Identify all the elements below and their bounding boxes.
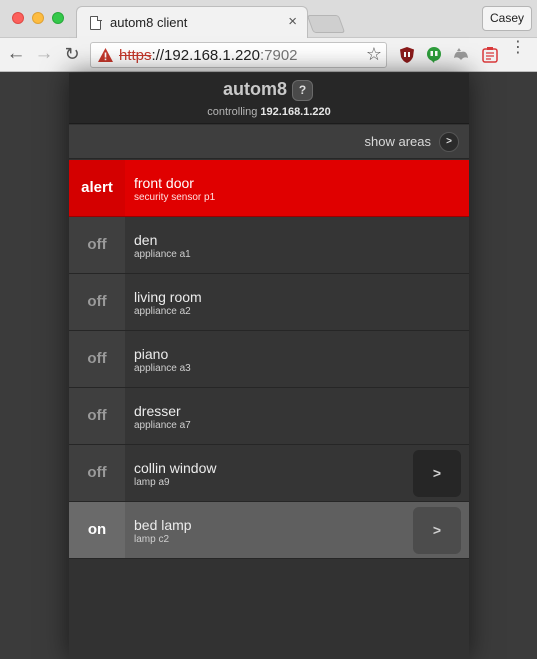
device-row-den[interactable]: off den appliance a1 bbox=[69, 217, 469, 274]
browser-tab[interactable]: autom8 client × bbox=[76, 6, 308, 39]
device-name: living room bbox=[134, 289, 202, 305]
device-detail: appliance a1 bbox=[134, 249, 191, 260]
url-port: :7902 bbox=[259, 47, 298, 64]
red-extension-icon[interactable] bbox=[481, 46, 499, 64]
security-warning-icon[interactable] bbox=[97, 47, 114, 63]
url-separator: :// bbox=[151, 47, 165, 64]
show-areas-button[interactable]: > bbox=[439, 132, 459, 152]
device-details-button[interactable]: > bbox=[413, 450, 461, 497]
maximize-window-button[interactable] bbox=[52, 12, 64, 24]
device-detail: appliance a7 bbox=[134, 420, 191, 431]
url-text[interactable]: https://192.168.1.220:7902 bbox=[119, 47, 298, 64]
forward-arrow-icon[interactable]: → bbox=[33, 43, 55, 65]
device-name: dresser bbox=[134, 403, 181, 419]
device-state-toggle[interactable]: off bbox=[69, 274, 125, 330]
grey-extension-icon[interactable] bbox=[452, 46, 470, 64]
minimize-window-button[interactable] bbox=[32, 12, 44, 24]
device-state-toggle[interactable]: alert bbox=[69, 160, 125, 216]
bookmark-star-icon[interactable]: ☆ bbox=[366, 44, 382, 65]
device-detail: appliance a3 bbox=[134, 363, 191, 374]
tab-title: autom8 client bbox=[110, 15, 188, 30]
device-name: front door bbox=[134, 175, 194, 191]
device-name: bed lamp bbox=[134, 517, 192, 533]
back-arrow-icon[interactable]: ← bbox=[5, 43, 27, 65]
controlling-status: controlling 192.168.1.220 bbox=[69, 106, 469, 118]
device-state-toggle[interactable]: off bbox=[69, 331, 125, 387]
profile-button[interactable]: Casey bbox=[482, 6, 532, 31]
reload-icon[interactable]: ↻ bbox=[61, 43, 83, 65]
device-state-toggle[interactable]: off bbox=[69, 217, 125, 273]
url-host: 192.168.1.220 bbox=[164, 47, 260, 64]
page-icon bbox=[90, 15, 102, 30]
device-state-toggle[interactable]: off bbox=[69, 388, 125, 444]
device-row-front-door[interactable]: alert front door security sensor p1 bbox=[69, 160, 469, 217]
browser-titlebar: autom8 client × Casey bbox=[0, 0, 537, 39]
areas-bar: show areas > bbox=[69, 125, 469, 159]
help-button[interactable]: ? bbox=[292, 80, 313, 101]
address-bar[interactable]: https://192.168.1.220:7902 ☆ bbox=[90, 42, 387, 68]
device-detail: security sensor p1 bbox=[134, 192, 216, 203]
app-title: autom8 bbox=[223, 79, 288, 99]
browser-menu-icon[interactable]: ⋮ bbox=[510, 40, 526, 56]
url-scheme: https bbox=[119, 47, 152, 64]
tab-close-icon[interactable]: × bbox=[288, 13, 297, 30]
device-list: alert front door security sensor p1 off … bbox=[69, 160, 469, 559]
app-header: autom8 ? controlling 192.168.1.220 bbox=[69, 73, 469, 124]
device-details-button[interactable]: > bbox=[413, 507, 461, 554]
controlling-label: controlling bbox=[207, 106, 258, 118]
green-extension-icon[interactable] bbox=[425, 46, 443, 64]
device-name: piano bbox=[134, 346, 169, 362]
device-row-piano[interactable]: off piano appliance a3 bbox=[69, 331, 469, 388]
app-panel: autom8 ? controlling 192.168.1.220 show … bbox=[69, 73, 469, 659]
device-state-toggle[interactable]: on bbox=[69, 502, 125, 558]
device-row-living-room[interactable]: off living room appliance a2 bbox=[69, 274, 469, 331]
device-row-dresser[interactable]: off dresser appliance a7 bbox=[69, 388, 469, 445]
browser-toolbar: ← → ↻ https://192.168.1.220:7902 ☆ ⋮ bbox=[0, 38, 537, 72]
controlling-host: 192.168.1.220 bbox=[260, 106, 331, 118]
device-detail: lamp a9 bbox=[134, 477, 170, 488]
ublock-extension-icon[interactable] bbox=[398, 46, 416, 64]
device-row-collin-window[interactable]: off collin window lamp a9 > bbox=[69, 445, 469, 502]
device-name: collin window bbox=[134, 460, 217, 476]
device-state-toggle[interactable]: off bbox=[69, 445, 125, 501]
new-tab-button[interactable] bbox=[306, 15, 346, 33]
device-detail: appliance a2 bbox=[134, 306, 191, 317]
device-row-bed-lamp[interactable]: on bed lamp lamp c2 > bbox=[69, 502, 469, 559]
device-name: den bbox=[134, 232, 158, 248]
close-window-button[interactable] bbox=[12, 12, 24, 24]
device-detail: lamp c2 bbox=[134, 534, 170, 545]
show-areas-label[interactable]: show areas bbox=[365, 134, 431, 149]
